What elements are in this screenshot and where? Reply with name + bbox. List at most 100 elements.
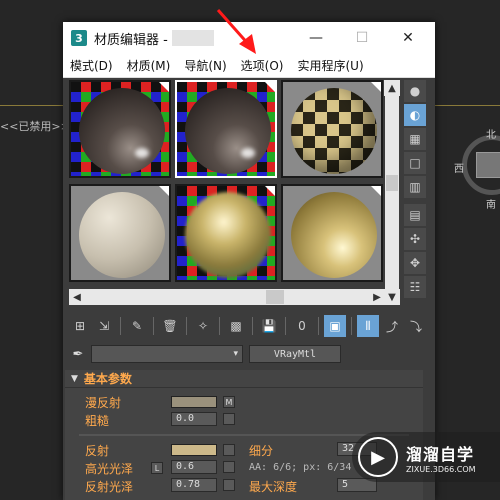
menu-modes[interactable]: 模式(D) bbox=[63, 57, 120, 74]
scroll-right-arrow-icon[interactable]: ▶ bbox=[369, 289, 385, 305]
gizmo-label-north: 北 bbox=[486, 130, 496, 141]
slot-corner-marker bbox=[159, 82, 169, 92]
scroll-left-arrow-icon[interactable]: ◀ bbox=[69, 289, 85, 305]
toolbar-separator bbox=[285, 317, 286, 335]
hilight-gloss-map-button[interactable] bbox=[223, 461, 235, 473]
slot-corner-marker bbox=[371, 186, 381, 196]
toolbar-separator bbox=[120, 317, 121, 335]
roughness-label: 粗糙 bbox=[85, 414, 110, 428]
sample-slot-3[interactable] bbox=[281, 80, 383, 178]
go-forward-sibling-icon[interactable]: ⤵ bbox=[405, 315, 427, 337]
slots-vertical-scrollbar[interactable]: ▲ ▼ bbox=[384, 80, 400, 305]
material-name-row: ✒ ▾ VRayMtl bbox=[69, 344, 429, 364]
menu-utilities[interactable]: 实用程序(U) bbox=[290, 57, 370, 74]
sample-uv-tiling-icon[interactable]: □ bbox=[404, 152, 426, 174]
show-shaded-material-icon[interactable]: ▣ bbox=[324, 315, 346, 337]
slot-corner-marker bbox=[371, 82, 381, 92]
eyedropper-icon[interactable]: ✒ bbox=[69, 345, 87, 363]
menu-navigation[interactable]: 导航(N) bbox=[177, 57, 233, 74]
aa-info-text: AA: 6/6; px: 6/34 bbox=[249, 462, 352, 473]
title-bar[interactable]: 3 材质编辑器 - — ☐ ✕ bbox=[63, 22, 435, 54]
options-icon[interactable]: ✣ bbox=[404, 228, 426, 250]
viewcube-gizmo[interactable]: 北 西 南 bbox=[450, 130, 500, 211]
window-title: 材质编辑器 - bbox=[94, 32, 168, 48]
sample-slot-2[interactable] bbox=[175, 80, 277, 178]
material-editor-window: 3 材质编辑器 - — ☐ ✕ 模式(D) 材质(M) 导航(N) 选项(O) … bbox=[63, 22, 435, 500]
sample-slot-1[interactable] bbox=[69, 80, 171, 178]
maximize-button[interactable]: ☐ bbox=[339, 22, 385, 54]
diffuse-label: 漫反射 bbox=[85, 396, 122, 410]
diffuse-color-swatch[interactable] bbox=[171, 396, 217, 408]
material-type-button[interactable]: VRayMtl bbox=[249, 345, 341, 363]
section-divider bbox=[79, 434, 409, 436]
material-name-field[interactable]: ▾ bbox=[91, 345, 243, 363]
sample-type-sphere-icon[interactable]: ● bbox=[404, 80, 426, 102]
close-button[interactable]: ✕ bbox=[385, 22, 431, 54]
make-unique-icon[interactable]: ✧ bbox=[192, 315, 214, 337]
scroll-up-arrow-icon[interactable]: ▲ bbox=[384, 80, 400, 96]
minimize-button[interactable]: — bbox=[293, 22, 339, 54]
material-toolbar: ⊞ ⇲ ✎ 🗑 ✧ ▩ 💾 0 ▣ ⫴ ⤴ ⤵ bbox=[69, 314, 429, 338]
sample-slots bbox=[69, 80, 385, 290]
background-checker-icon[interactable]: ▦ bbox=[404, 128, 426, 150]
watermark-play-icon: ▶ bbox=[358, 437, 398, 477]
video-color-check-icon[interactable]: ▥ bbox=[404, 176, 426, 198]
get-material-icon[interactable]: ⊞ bbox=[69, 315, 91, 337]
material-sphere bbox=[185, 192, 271, 278]
roughness-map-button[interactable] bbox=[223, 413, 235, 425]
material-sphere bbox=[79, 88, 165, 174]
sample-slot-6[interactable] bbox=[281, 184, 383, 282]
put-to-scene-icon[interactable]: ⇲ bbox=[93, 315, 115, 337]
hilight-lock-button[interactable]: L bbox=[151, 462, 163, 474]
hilight-gloss-spinner[interactable]: 0.6 bbox=[171, 460, 217, 474]
sample-slot-5[interactable] bbox=[175, 184, 277, 282]
material-map-navigator-icon[interactable]: ☷ bbox=[404, 276, 426, 298]
toolbar-separator bbox=[318, 317, 319, 335]
viewcube-box[interactable] bbox=[476, 152, 500, 178]
menu-options[interactable]: 选项(O) bbox=[234, 57, 291, 74]
material-sphere bbox=[291, 192, 377, 278]
reflect-label: 反射 bbox=[85, 444, 110, 458]
save-material-icon[interactable]: 💾 bbox=[258, 315, 280, 337]
toolbar-separator bbox=[186, 317, 187, 335]
slot-corner-marker bbox=[265, 82, 275, 92]
scroll-thumb[interactable] bbox=[386, 175, 398, 191]
diffuse-map-button[interactable]: M bbox=[223, 396, 235, 408]
reflect-map-button[interactable] bbox=[223, 444, 235, 456]
watermark-text: 溜溜自学 ZIXUE.3D66.COM bbox=[406, 441, 476, 474]
title-redacted bbox=[171, 30, 214, 46]
put-to-library-icon[interactable]: ▩ bbox=[225, 315, 247, 337]
refl-gloss-map-button[interactable] bbox=[223, 479, 235, 491]
rollout-header[interactable]: ▼ 基本参数 bbox=[65, 370, 423, 388]
toolbar-separator bbox=[219, 317, 220, 335]
material-sphere bbox=[79, 192, 165, 278]
rollout-title: 基本参数 bbox=[83, 372, 132, 386]
show-end-result-icon[interactable]: ⫴ bbox=[357, 315, 379, 337]
go-to-parent-icon[interactable]: ⤴ bbox=[381, 315, 403, 337]
viewport-disabled-label: <<已禁用>> bbox=[0, 120, 70, 133]
backlight-icon[interactable]: ◐ bbox=[404, 104, 426, 126]
delete-material-icon[interactable]: 🗑 bbox=[159, 315, 181, 337]
toolbar-separator bbox=[153, 317, 154, 335]
app-3dsmax-icon: 3 bbox=[71, 30, 87, 46]
sample-slot-4[interactable] bbox=[69, 184, 171, 282]
max-depth-label: 最大深度 bbox=[249, 480, 298, 494]
scroll-down-arrow-icon[interactable]: ▼ bbox=[384, 289, 400, 305]
slots-horizontal-scrollbar[interactable]: ◀ ▶ bbox=[69, 289, 385, 305]
assign-to-selection-icon[interactable]: ✎ bbox=[126, 315, 148, 337]
material-sphere bbox=[185, 88, 271, 174]
material-sphere bbox=[291, 88, 377, 174]
slot-corner-marker bbox=[265, 186, 275, 196]
refl-gloss-spinner[interactable]: 0.78 bbox=[171, 478, 217, 492]
toolbar-separator bbox=[351, 317, 352, 335]
material-id-channel-icon[interactable]: 0 bbox=[291, 315, 313, 337]
make-preview-icon[interactable]: ▤ bbox=[404, 204, 426, 226]
subdivs-label: 细分 bbox=[249, 444, 274, 458]
reflect-color-swatch[interactable] bbox=[171, 444, 217, 456]
gizmo-label-south: 南 bbox=[486, 200, 496, 211]
scroll-thumb[interactable] bbox=[266, 290, 284, 304]
select-by-material-icon[interactable]: ✥ bbox=[404, 252, 426, 274]
refl-gloss-label: 反射光泽 bbox=[85, 480, 134, 494]
roughness-spinner[interactable]: 0.0 bbox=[171, 412, 217, 426]
menu-material[interactable]: 材质(M) bbox=[120, 57, 178, 74]
